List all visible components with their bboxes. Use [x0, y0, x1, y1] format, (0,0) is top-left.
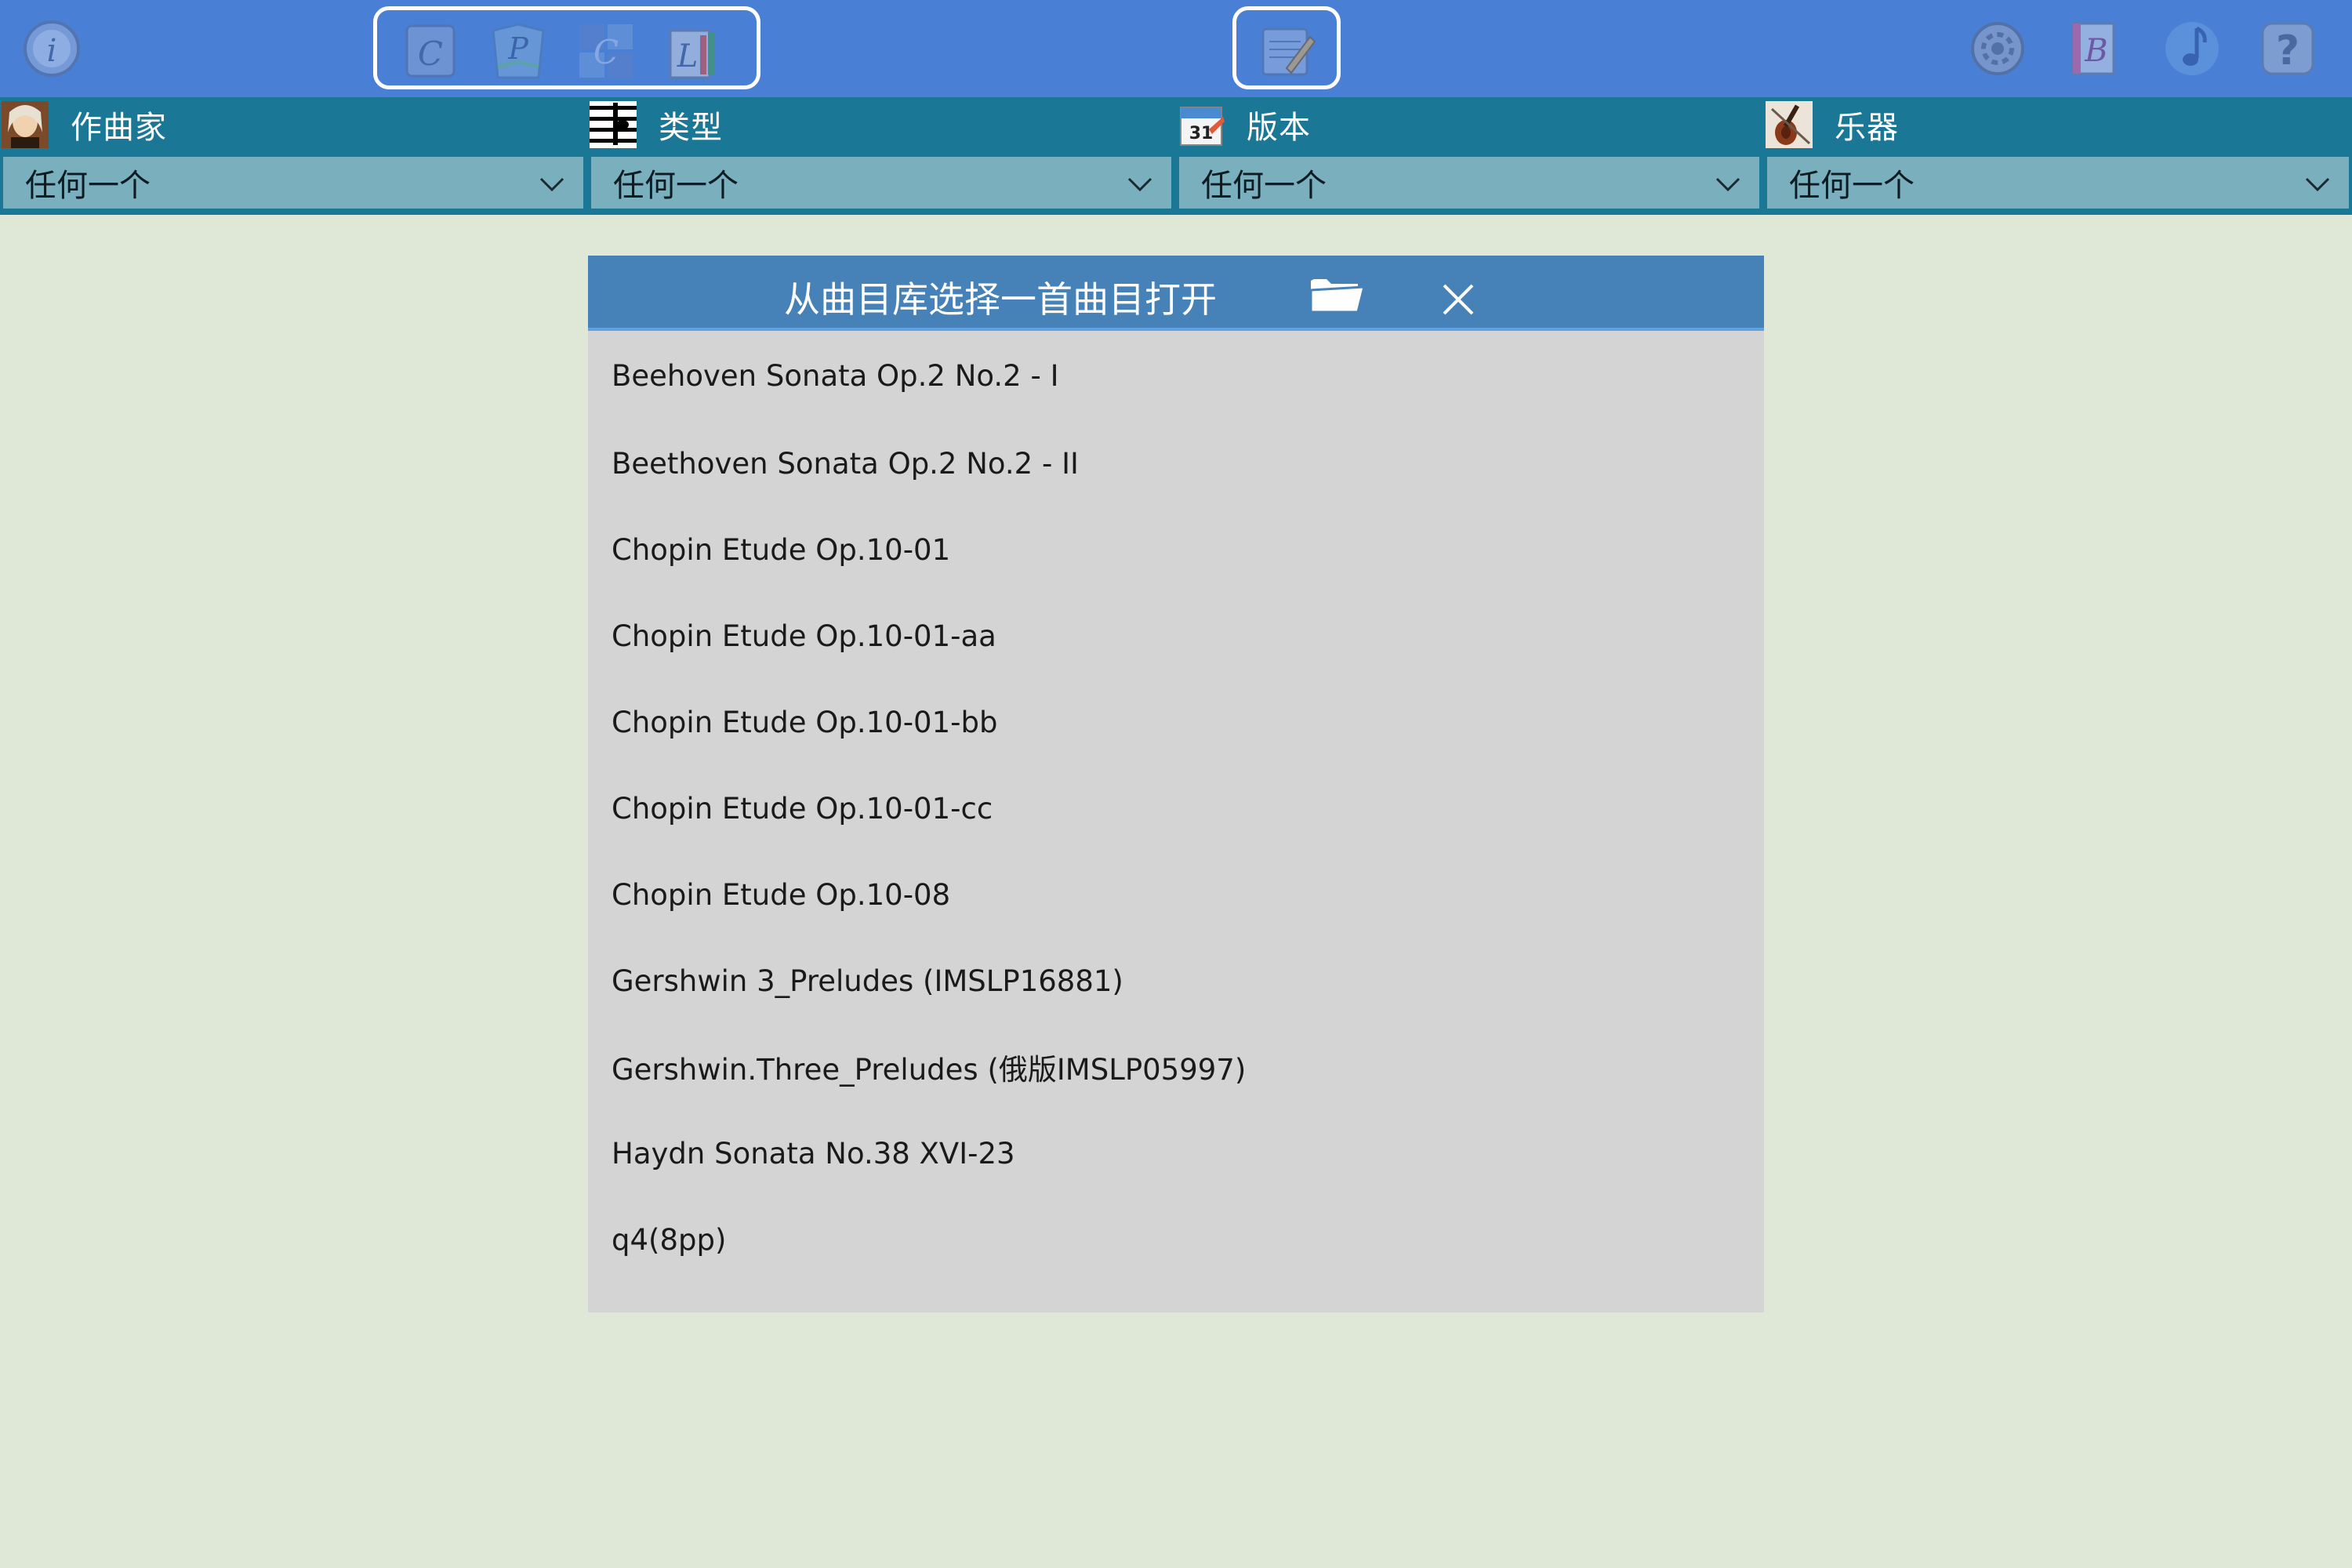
composer-filter-header: 作曲家	[0, 97, 167, 152]
edition-label: 版本	[1247, 110, 1311, 146]
p-book-icon: P	[492, 23, 545, 79]
svg-text:31: 31	[1189, 124, 1214, 143]
document-tools-group: C P C L	[373, 6, 760, 89]
song-list-item[interactable]: Beethoven Sonata Op.2 No.2 - II	[588, 420, 1764, 506]
music-note-button[interactable]	[2158, 14, 2227, 83]
c-document-button[interactable]: C	[396, 16, 465, 85]
b-book-button[interactable]: B	[2059, 14, 2128, 83]
song-list-item[interactable]: Gershwin 3_Preludes (IMSLP16881)	[588, 938, 1764, 1024]
edit-score-group	[1232, 6, 1341, 89]
composer-dropdown-value: 任何一个	[25, 168, 151, 204]
svg-text:B: B	[2084, 33, 2107, 69]
chevron-down-icon	[539, 177, 564, 192]
svg-text:C: C	[418, 34, 443, 73]
c-grid-button[interactable]: C	[572, 16, 641, 85]
svg-text:?: ?	[2276, 27, 2299, 74]
info-button[interactable]: i	[17, 14, 86, 83]
svg-text:P: P	[507, 31, 529, 66]
settings-button[interactable]	[1963, 14, 2032, 83]
settings-icon	[1971, 22, 2024, 75]
song-picker-dialog: 从曲目库选择一首曲目打开 Beehoven Sonata Op.2 No.2 -…	[588, 256, 1764, 1312]
p-book-button[interactable]: P	[484, 16, 553, 85]
svg-text:L: L	[677, 38, 699, 74]
filter-header-bar: 作曲家 类型 31 版本 乐器	[0, 97, 2352, 152]
composer-label: 作曲家	[71, 110, 167, 146]
instrument-dropdown[interactable]: 任何一个	[1767, 157, 2349, 209]
violin-icon	[1766, 101, 1813, 148]
edition-dropdown-value: 任何一个	[1201, 168, 1327, 204]
song-list-item[interactable]: q4(8pp)	[588, 1196, 1764, 1283]
top-toolbar: i C P C L B ?	[0, 0, 2352, 97]
l-library-button[interactable]: L	[659, 16, 728, 85]
song-list-item[interactable]: Chopin Etude Op.10-01-bb	[588, 679, 1764, 765]
c-grid-icon: C	[579, 24, 633, 78]
music-note-icon	[2165, 22, 2219, 75]
close-icon[interactable]	[1441, 282, 1475, 317]
help-icon: ?	[2261, 22, 2314, 75]
sheet-music-icon	[590, 101, 637, 148]
chevron-down-icon	[1127, 177, 1152, 192]
dialog-header: 从曲目库选择一首曲目打开	[588, 256, 1764, 331]
folder-open-icon[interactable]	[1308, 273, 1367, 317]
song-list-item[interactable]: Chopin Etude Op.10-08	[588, 851, 1764, 938]
chevron-down-icon	[2305, 177, 2330, 192]
instrument-label: 乐器	[1835, 110, 1899, 146]
genre-dropdown[interactable]: 任何一个	[591, 157, 1171, 209]
genre-label: 类型	[659, 110, 723, 146]
song-list-item[interactable]: Gershwin.Three_Preludes (俄版IMSLP05997)	[588, 1024, 1764, 1110]
info-icon: i	[24, 20, 80, 77]
filter-dropdown-row: 任何一个 任何一个 任何一个 任何一个	[0, 152, 2352, 215]
genre-filter-header: 类型	[588, 97, 723, 152]
song-list: Beehoven Sonata Op.2 No.2 - I Beethoven S…	[588, 331, 1764, 1283]
composer-portrait-icon	[2, 101, 49, 148]
edit-score-icon	[1261, 27, 1316, 76]
svg-text:i: i	[47, 33, 57, 69]
edition-filter-header: 31 版本	[1176, 97, 1311, 152]
composer-dropdown[interactable]: 任何一个	[3, 157, 583, 209]
chevron-down-icon	[1715, 177, 1740, 192]
help-button[interactable]: ?	[2253, 14, 2322, 83]
b-book-icon: B	[2071, 22, 2115, 75]
calendar-icon: 31	[1180, 107, 1225, 146]
song-list-item[interactable]: Beehoven Sonata Op.2 No.2 - I	[588, 331, 1764, 420]
song-list-item[interactable]: Haydn Sonata No.38 XVI-23	[588, 1110, 1764, 1196]
c-document-icon: C	[405, 24, 456, 78]
song-list-item[interactable]: Chopin Etude Op.10-01-aa	[588, 593, 1764, 679]
l-library-icon: L	[669, 29, 714, 79]
genre-dropdown-value: 任何一个	[613, 168, 739, 204]
dialog-title: 从曲目库选择一首曲目打开	[784, 278, 1217, 321]
instrument-dropdown-value: 任何一个	[1789, 168, 1915, 204]
svg-text:C: C	[593, 33, 619, 71]
edit-score-button[interactable]	[1252, 16, 1321, 85]
song-list-item[interactable]: Chopin Etude Op.10-01-cc	[588, 765, 1764, 851]
edition-dropdown[interactable]: 任何一个	[1179, 157, 1759, 209]
instrument-filter-header: 乐器	[1764, 97, 1899, 152]
song-list-item[interactable]: Chopin Etude Op.10-01	[588, 506, 1764, 593]
